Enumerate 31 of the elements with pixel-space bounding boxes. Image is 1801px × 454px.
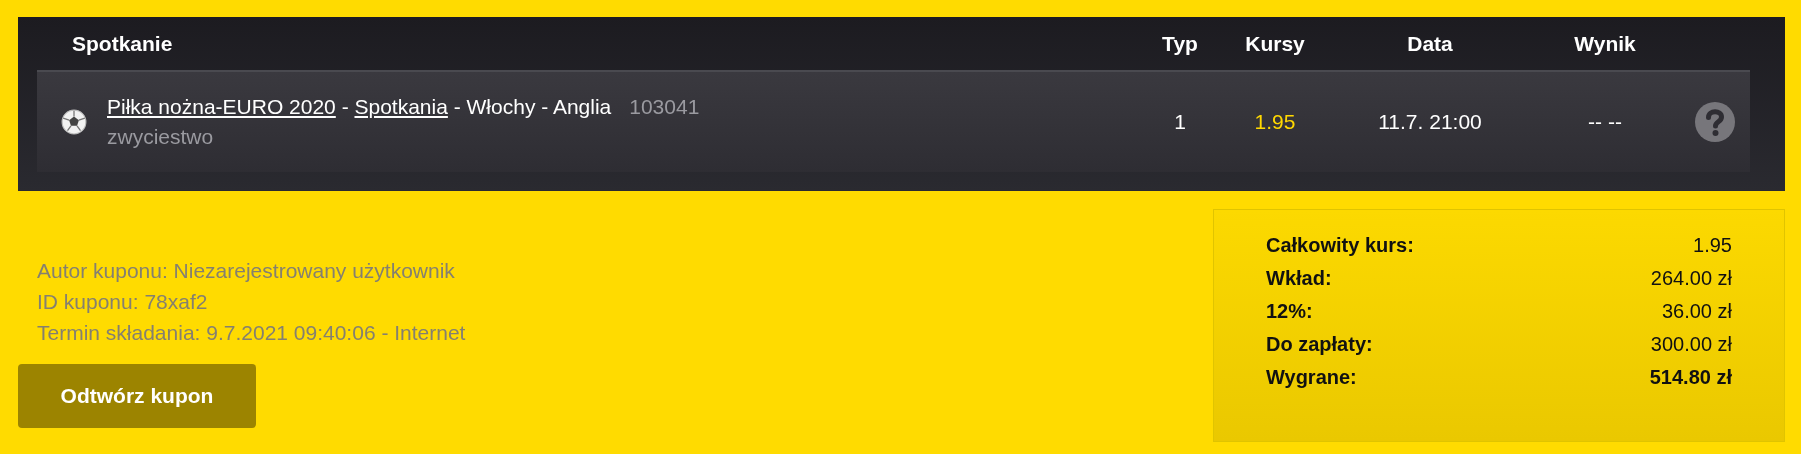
summary-value: 264.00 zł: [1650, 267, 1732, 290]
stage-link[interactable]: Spotkania: [354, 95, 448, 119]
type-cell: 1: [1174, 110, 1186, 134]
column-header: Spotkanie: [72, 31, 173, 56]
result-cell: -- --: [1588, 110, 1622, 134]
summary-label: Całkowity kurs:: [1266, 234, 1414, 257]
summary-label: Wygrane:: [1266, 366, 1357, 389]
summary-value: 1.95: [1693, 234, 1732, 257]
odds-cell: 1.95: [1254, 110, 1296, 134]
summary-value: 36.00 zł: [1661, 300, 1732, 323]
column-header: Data: [1407, 31, 1453, 56]
column-header: Wynik: [1574, 31, 1636, 56]
help-icon[interactable]: [1695, 102, 1735, 142]
separator-text: -: [340, 95, 350, 119]
summary-value: 514.80 zł: [1649, 366, 1732, 389]
event-id: 103041: [629, 95, 700, 119]
coupon-info-text: ID kuponu: 78xaf2: [37, 290, 209, 314]
coupon-info-text: Termin składania: 9.7.2021 09:40:06 - Internet: [37, 321, 466, 345]
sport-link[interactable]: Piłka nożna-EURO 2020: [107, 95, 336, 119]
summary-label: Do zapłaty:: [1266, 333, 1373, 356]
summary-label: Wkład:: [1266, 267, 1332, 290]
summary-label: 12%:: [1266, 300, 1313, 323]
market-text: zwyciestwo: [107, 125, 215, 149]
soccer-ball-icon: [61, 109, 87, 135]
column-header: Kursy: [1245, 31, 1305, 56]
restore-coupon-button[interactable]: Odtwórz kupon: [18, 364, 256, 428]
teams-text: - Włochy - Anglia: [452, 95, 612, 119]
column-header: Typ: [1162, 31, 1198, 56]
coupon-info-text: Autor kuponu: Niezarejestrowany użytkownik: [37, 259, 456, 283]
summary-value: 300.00 zł: [1650, 333, 1732, 356]
date-cell: 11.7. 21:00: [1378, 110, 1482, 134]
